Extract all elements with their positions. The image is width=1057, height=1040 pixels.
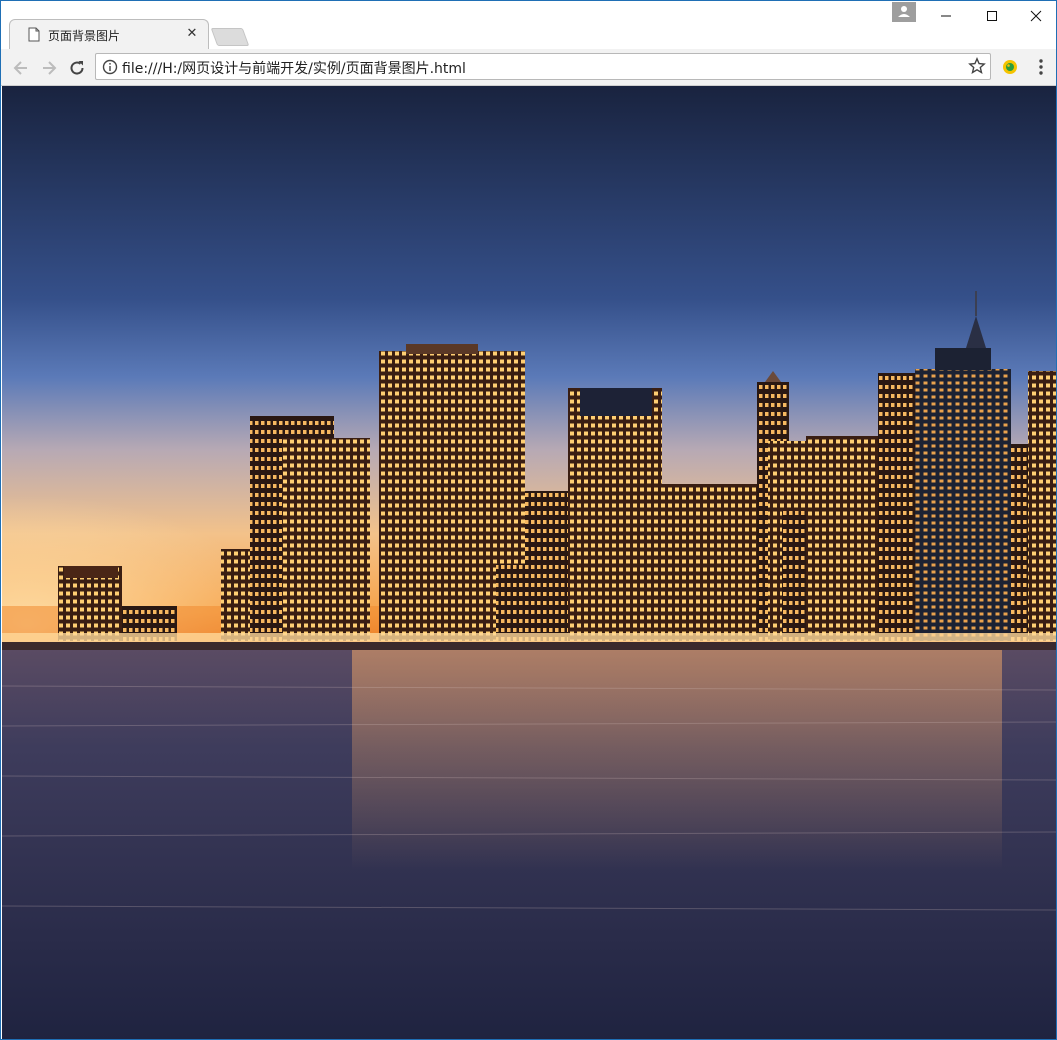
tab-active[interactable]: 页面背景图片 ✕ [9, 19, 209, 49]
page-icon [28, 27, 40, 42]
reload-icon [70, 61, 84, 75]
browser-toolbar: file:///H:/网页设计与前端开发/实例/页面背景图片.html [1, 49, 1056, 86]
minimize-icon [941, 15, 951, 17]
new-tab-button[interactable] [210, 28, 250, 46]
tab-close-icon[interactable]: ✕ [184, 26, 200, 42]
extension-icon[interactable] [1002, 59, 1018, 75]
star-icon[interactable] [968, 57, 986, 75]
page-background-image [2, 86, 1056, 1039]
profile-button[interactable] [892, 2, 916, 22]
url-text[interactable]: file:///H:/网页设计与前端开发/实例/页面背景图片.html [122, 58, 466, 78]
address-bar[interactable]: file:///H:/网页设计与前端开发/实例/页面背景图片.html [95, 53, 991, 80]
maximize-button[interactable] [969, 1, 1015, 31]
back-button[interactable] [10, 57, 32, 79]
forward-icon [43, 61, 57, 75]
person-icon [898, 6, 910, 17]
tab-title: 页面背景图片 [48, 29, 121, 43]
close-icon [1030, 10, 1042, 22]
maximize-icon [987, 11, 997, 21]
browser-window: 页面背景图片 ✕ file:///H:/网页设计与前端开发/实例/页面背景图片.… [0, 0, 1057, 1040]
forward-button[interactable] [38, 57, 60, 79]
close-button[interactable] [1013, 1, 1056, 31]
menu-icon[interactable] [1033, 58, 1049, 76]
reload-button[interactable] [66, 57, 88, 79]
page-viewport [2, 86, 1056, 1039]
info-icon[interactable] [102, 59, 118, 75]
minimize-button[interactable] [923, 1, 969, 31]
title-bar: 页面背景图片 ✕ [1, 1, 1056, 49]
back-icon [13, 61, 27, 75]
